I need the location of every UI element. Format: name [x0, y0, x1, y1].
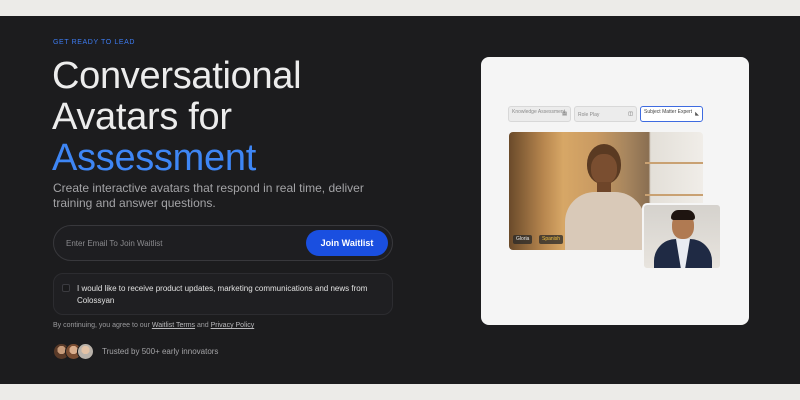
consent-box: I would like to receive product updates,…	[53, 273, 393, 315]
legal-prefix: By continuing, you agree to our	[53, 322, 150, 329]
shelf	[645, 194, 703, 196]
title-accent: Assessment	[52, 137, 256, 179]
users-icon: ◫	[628, 111, 633, 117]
tab-role-play[interactable]: Role Play ◫	[574, 106, 637, 122]
email-input[interactable]	[66, 234, 296, 252]
waitlist-form: Join Waitlist	[53, 225, 393, 261]
title-line-2: Avatars for	[52, 96, 232, 138]
hero-subtitle: Create interactive avatars that respond …	[53, 181, 364, 210]
language-tag: Spanish	[539, 235, 564, 244]
avatar-body	[565, 192, 645, 250]
join-waitlist-button[interactable]: Join Waitlist	[306, 230, 388, 256]
tab-knowledge-assessment[interactable]: Knowledge Assessment ▤	[508, 106, 571, 122]
legal-and: and	[196, 322, 209, 329]
legal-note: By continuing, you agree to our Waitlist…	[53, 322, 254, 329]
user-camera-pip	[642, 203, 722, 270]
consent-checkbox[interactable]	[62, 284, 70, 292]
tab-label: Subject Matter Expert	[644, 109, 693, 115]
page-title: Conversational Avatars for Assessment	[52, 55, 302, 179]
tab-subject-matter-expert[interactable]: Subject Matter Expert ◣	[640, 106, 703, 122]
tab-label: Knowledge Assessment	[512, 109, 566, 115]
hero-section: GET READY TO LEAD Conversational Avatars…	[0, 16, 800, 384]
avatar-stack	[53, 343, 99, 361]
cursor-icon: ◣	[695, 111, 699, 117]
avatar-person	[565, 144, 645, 250]
waitlist-terms-link[interactable]: Waitlist Terms	[152, 322, 195, 329]
avatar	[77, 343, 94, 360]
consent-text: I would like to receive product updates,…	[77, 284, 368, 305]
eyebrow-label: GET READY TO LEAD	[53, 39, 136, 46]
shelf	[645, 162, 703, 164]
preview-card: Knowledge Assessment ▤ Role Play ◫ Subje…	[481, 57, 749, 325]
tab-label: Role Play	[578, 112, 600, 118]
avatar-name-tag: Gloria	[513, 235, 533, 244]
document-icon: ▤	[562, 111, 567, 117]
pip-hair	[671, 210, 695, 220]
title-line-1: Conversational	[52, 55, 302, 97]
trusted-text: Trusted by 500+ early innovators	[102, 347, 219, 356]
privacy-policy-link[interactable]: Privacy Policy	[211, 322, 255, 329]
avatar-face	[591, 154, 617, 184]
